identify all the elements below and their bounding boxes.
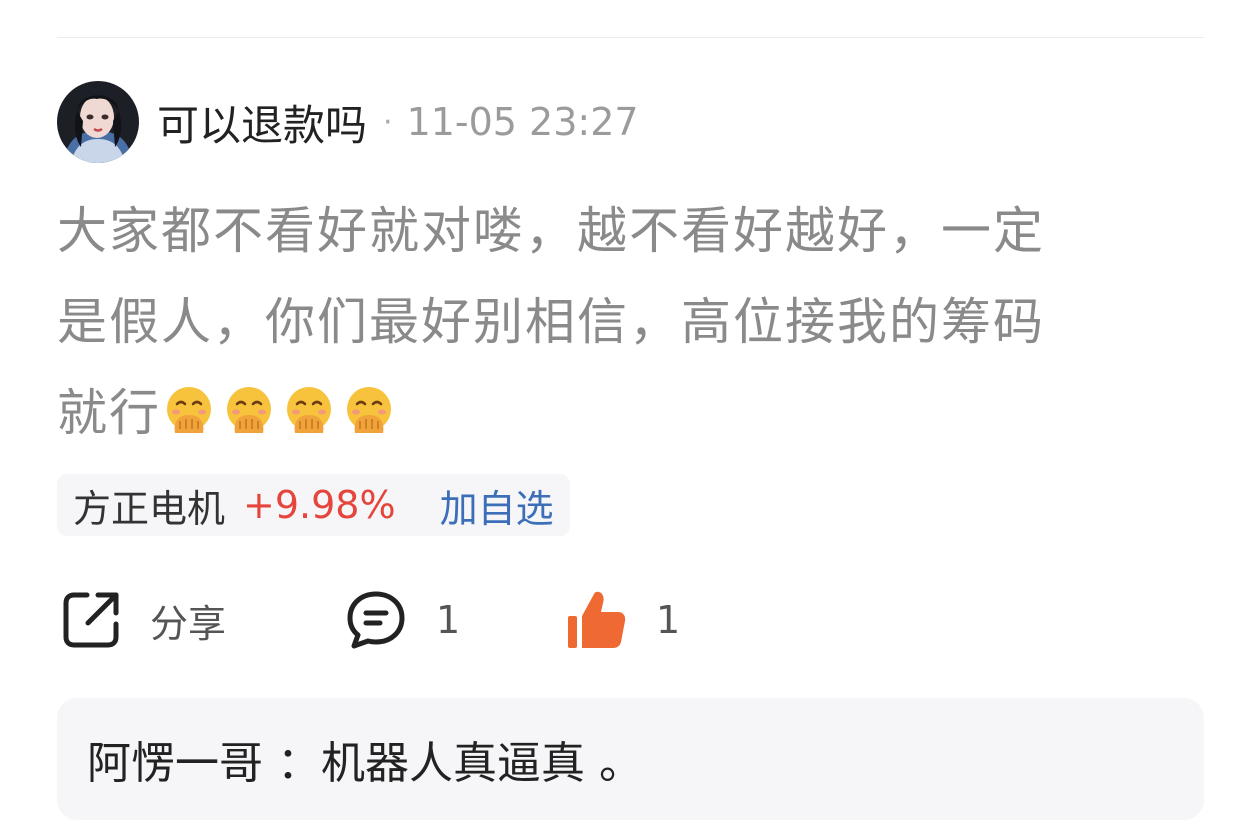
separator-dot: ·	[383, 104, 393, 140]
reply-preview[interactable]: 阿愣一哥 ：机器人真逼真 。	[57, 698, 1204, 820]
like-count: 1	[656, 598, 681, 642]
stock-chip[interactable]: 方正电机 +9.98% 加自选	[57, 474, 570, 536]
post-timestamp: 11-05 23:27	[406, 100, 639, 144]
post-body-line-text: 就行	[57, 384, 161, 442]
thumbs-up-icon	[568, 591, 626, 648]
post-header: 可以退款吗 · 11-05 23:27	[57, 80, 639, 164]
post-body-line-last: 就行	[57, 368, 1207, 459]
action-bar: 分享 1 1	[60, 585, 760, 655]
face-with-hand-over-mouth-icon	[287, 386, 331, 433]
reply-content: 机器人真逼真 。	[321, 738, 643, 789]
reply-separator: ：	[277, 738, 321, 789]
top-divider	[57, 37, 1204, 38]
comment-icon	[347, 591, 405, 649]
post-body-line: 是假人，你们最好别相信，高位接我的筹码	[57, 293, 1045, 351]
username[interactable]: 可以退款吗	[157, 92, 367, 153]
add-to-watchlist-button[interactable]: 加自选	[440, 478, 554, 533]
reply-text: 阿愣一哥 ：机器人真逼真 。	[87, 727, 643, 791]
face-with-hand-over-mouth-icon	[167, 386, 211, 433]
face-with-hand-over-mouth-icon	[227, 386, 271, 433]
post-body[interactable]: 大家都不看好就对喽，越不看好越好，一定 是假人，你们最好别相信，高位接我的筹码 …	[57, 186, 1207, 459]
reply-author[interactable]: 阿愣一哥	[87, 738, 263, 789]
share-label: 分享	[150, 601, 227, 646]
post-body-line: 大家都不看好就对喽，越不看好越好，一定	[57, 202, 1045, 260]
comment-count: 1	[436, 598, 461, 642]
avatar[interactable]	[57, 81, 139, 163]
share-icon	[63, 592, 119, 648]
avatar-image	[57, 81, 139, 163]
stock-name[interactable]: 方正电机	[73, 478, 225, 533]
like-button[interactable]: 1	[564, 585, 680, 655]
share-button[interactable]: 分享	[60, 585, 226, 655]
comment-button[interactable]: 1	[344, 585, 460, 655]
face-with-hand-over-mouth-icon	[347, 386, 391, 433]
stock-change: +9.98%	[243, 483, 396, 527]
emoji-row	[163, 385, 395, 437]
